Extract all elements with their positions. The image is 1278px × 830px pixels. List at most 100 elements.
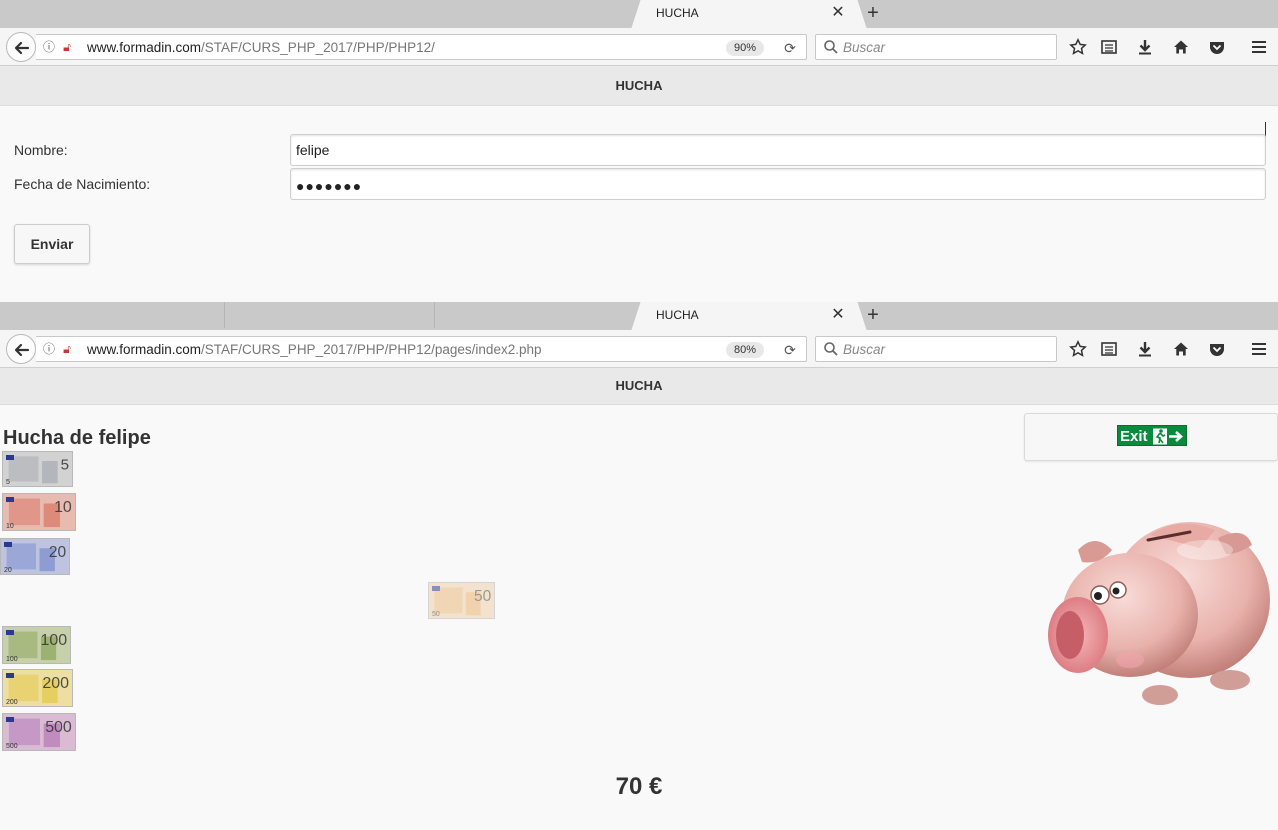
new-tab-button[interactable]: +: [861, 2, 885, 26]
banknote-corner-label: 100: [6, 656, 18, 663]
banknote-value-label: 10: [54, 499, 72, 516]
new-tab-button[interactable]: +: [861, 304, 885, 328]
menu-icon: [1252, 41, 1266, 53]
nav-bar: ⓘ 🔓︎ www.formadin.com/STAF/CURS_PHP_2017…: [0, 330, 1278, 368]
page-header: HUCHA: [0, 368, 1278, 405]
banknote-value-label: 100: [41, 632, 68, 649]
insecure-lock-icon[interactable]: 🔓︎: [60, 341, 74, 357]
tab-strip: HUCHA ✕ +: [0, 0, 1278, 28]
piggy-bank-page: Hucha de felipe 55 10 10 20 20 50 50 100 100…: [0, 405, 1278, 830]
exit-label: Exit: [1120, 428, 1148, 445]
banknote-value-label: 500: [45, 719, 72, 736]
download-icon: [1139, 342, 1151, 357]
download-icon: [1139, 40, 1151, 55]
banknote-corner-label: 5: [6, 479, 10, 486]
search-placeholder: Buscar: [843, 342, 886, 357]
browser-window-1: HUCHA ✕ + ⓘ 🔓︎ www.formadin.com/STAF/CUR…: [0, 0, 1278, 302]
name-label: Nombre:: [14, 142, 68, 158]
reading-list-button[interactable]: [1100, 340, 1118, 358]
menu-icon: [1252, 343, 1266, 355]
banknote-corner-label: 200: [6, 699, 18, 706]
home-icon: [1174, 342, 1188, 356]
running-man-arrow-icon: [1153, 428, 1183, 445]
tab-title: HUCHA: [656, 308, 699, 322]
search-icon: [824, 40, 838, 54]
tab-hucha[interactable]: HUCHA ✕: [644, 302, 854, 330]
banknote-corner-label: 10: [6, 523, 14, 530]
page-title: Hucha de felipe: [3, 427, 151, 449]
piggy-bank-icon[interactable]: [1040, 510, 1278, 715]
info-icon[interactable]: ⓘ: [42, 341, 56, 357]
exit-button[interactable]: Exit: [1024, 413, 1278, 461]
star-icon: [1069, 340, 1087, 357]
search-bar[interactable]: Buscar: [815, 34, 1057, 60]
banknote-corner-label: 20: [4, 567, 12, 574]
star-icon: [1069, 38, 1087, 55]
total-amount: 70 €: [615, 773, 663, 800]
info-icon[interactable]: ⓘ: [42, 39, 56, 55]
nav-bar: ⓘ 🔓︎ www.formadin.com/STAF/CURS_PHP_2017…: [0, 28, 1278, 66]
browser-window-2: HUCHA ✕ + ⓘ 🔓︎ www.formadin.com/STAF/CUR…: [0, 302, 1278, 830]
url-text[interactable]: www.formadin.com/STAF/CURS_PHP_2017/PHP/…: [87, 40, 435, 55]
banknote-value-label: 200: [42, 675, 69, 692]
banknote-value-label: 5: [61, 456, 69, 473]
bookmark-star-button[interactable]: [1069, 340, 1087, 358]
reload-icon[interactable]: ⟳: [781, 39, 799, 57]
exit-sign-icon: Exit: [1117, 425, 1187, 446]
pocket-button[interactable]: [1208, 340, 1226, 358]
pocket-icon: [1210, 344, 1224, 356]
download-button[interactable]: [1136, 38, 1154, 56]
search-placeholder: Buscar: [843, 40, 886, 55]
banknote-corner-label: 50: [432, 611, 440, 618]
birthdate-label: Fecha de Nacimiento:: [14, 176, 151, 192]
menu-button[interactable]: [1250, 38, 1268, 56]
banknote-100[interactable]: 100 100: [2, 626, 71, 664]
birthdate-masked-value: ●●●●●●●: [296, 178, 363, 194]
banknote-corner-label: 500: [6, 743, 18, 750]
tab-title: HUCHA: [656, 6, 699, 20]
reading-list-icon: [1101, 40, 1117, 54]
pocket-icon: [1210, 42, 1224, 54]
search-bar[interactable]: Buscar: [815, 336, 1057, 362]
home-button[interactable]: [1172, 38, 1190, 56]
tab-hucha[interactable]: HUCHA ✕: [644, 0, 854, 28]
banknote-value-label: 50: [474, 588, 492, 605]
back-arrow-icon: [14, 41, 30, 55]
bookmark-star-button[interactable]: [1069, 38, 1087, 56]
name-input[interactable]: [290, 134, 1266, 166]
url-text[interactable]: www.formadin.com/STAF/CURS_PHP_2017/PHP/…: [87, 342, 541, 357]
back-button[interactable]: [6, 32, 36, 62]
tab-strip: HUCHA ✕ +: [0, 302, 1278, 330]
login-form: Nombre: Fecha de Nacimiento: ●●●●●●● Env…: [0, 106, 1278, 301]
tab-close-icon[interactable]: ✕: [828, 305, 848, 325]
page-header: HUCHA: [0, 66, 1278, 106]
tab-separator: [224, 302, 225, 328]
download-button[interactable]: [1136, 340, 1154, 358]
reading-list-icon: [1101, 342, 1117, 356]
reload-icon[interactable]: ⟳: [781, 341, 799, 359]
banknote-50[interactable]: 50 50: [428, 582, 495, 619]
pocket-button[interactable]: [1208, 38, 1226, 56]
insecure-lock-icon[interactable]: 🔓︎: [60, 39, 74, 55]
banknote-value-label: 20: [49, 544, 67, 561]
banknote-10[interactable]: 10 10: [2, 493, 76, 531]
banknote-500[interactable]: 500 500: [2, 713, 76, 751]
search-icon: [824, 342, 838, 356]
url-bar[interactable]: ⓘ 🔓︎ www.formadin.com/STAF/CURS_PHP_2017…: [36, 34, 807, 60]
back-arrow-icon: [14, 343, 30, 357]
tab-close-icon[interactable]: ✕: [828, 3, 848, 23]
zoom-indicator[interactable]: 90%: [726, 40, 764, 56]
home-button[interactable]: [1172, 340, 1190, 358]
back-button[interactable]: [6, 334, 36, 364]
reading-list-button[interactable]: [1100, 38, 1118, 56]
birthdate-input[interactable]: ●●●●●●●: [290, 168, 1266, 200]
submit-button[interactable]: Enviar: [14, 224, 90, 264]
banknote-20[interactable]: 20 20: [0, 538, 70, 575]
home-icon: [1174, 40, 1188, 54]
banknote-200[interactable]: 200 200: [2, 669, 73, 707]
tab-separator: [434, 302, 435, 328]
zoom-indicator[interactable]: 80%: [726, 342, 764, 358]
url-bar[interactable]: ⓘ 🔓︎ www.formadin.com/STAF/CURS_PHP_2017…: [36, 336, 807, 362]
banknote-5[interactable]: 55: [2, 451, 73, 487]
menu-button[interactable]: [1250, 340, 1268, 358]
